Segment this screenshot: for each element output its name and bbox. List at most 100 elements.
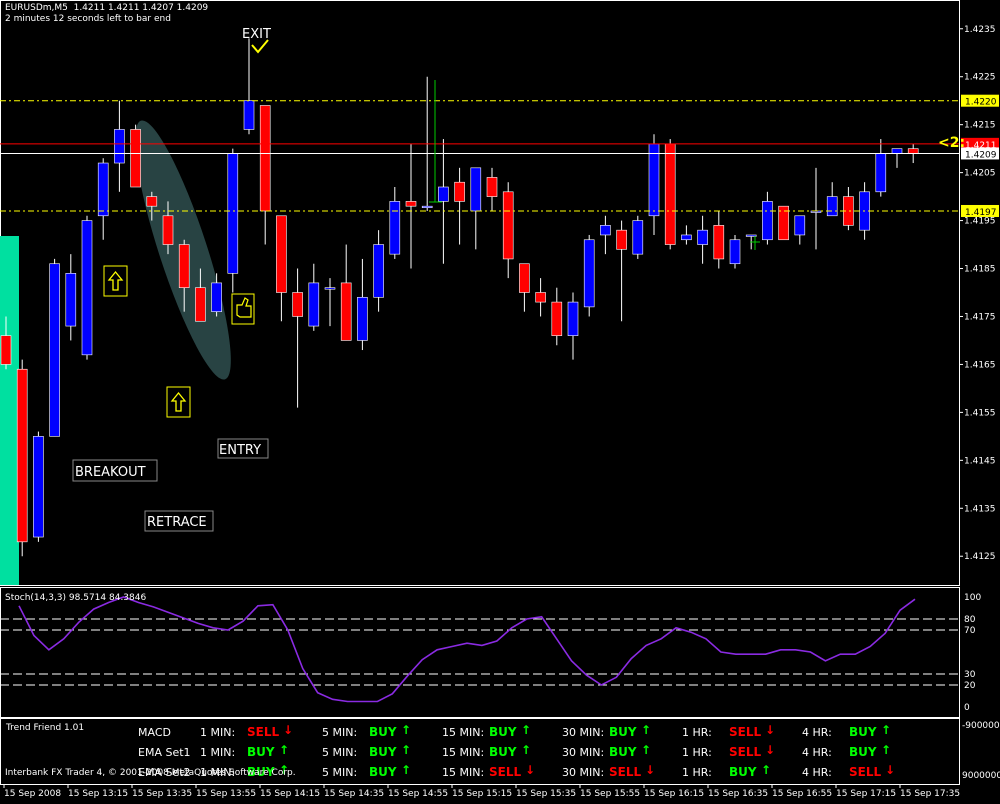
candle-body [65,273,77,327]
trend-signal: SELL [609,765,642,779]
stoch-tick-label: 70 [964,626,976,636]
candle-body [729,239,741,265]
arrow-down-icon: ↓ [645,763,656,777]
trend-timeframe-label: 1 HR: [682,726,712,739]
price-tick-label: 1.4145 [964,456,996,466]
chart-window: 1.4235 1.4225 1.4215 1.4205 1.4195 1.4185 1.41… [0,0,1000,800]
arrow-up-icon: ↑ [401,723,412,737]
time-tick-label: 15 Sep 2008 [4,789,61,799]
trend-timeframe-label: 5 MIN: [322,726,358,739]
candle-body [146,196,158,207]
time-tick-label: 15 Sep 15:15 [452,789,512,799]
candle-body [97,162,109,217]
candle-body [178,244,190,289]
time-tick-label: 15 Sep 13:15 [68,789,128,799]
bar-timer: 2 minutes 12 seconds left to bar end [5,14,171,24]
trend-signal: BUY [849,745,877,759]
arrow-up-icon: ↑ [521,723,532,737]
trend-signal: BUY [609,725,637,739]
price-level-tag-label: 1.4220 [965,98,997,108]
footer-copyright: Interbank FX Trader 4, © 2001-2008 MetaQ… [5,768,296,778]
candle-body [195,287,206,322]
up-arrow-box [103,265,128,297]
candle-body [907,148,919,154]
trend-timeframe-label: 5 MIN: [322,746,358,759]
arrow-down-icon: ↓ [765,723,776,737]
time-tick-label: 15 Sep 14:35 [324,789,384,799]
trend-signal: SELL [729,745,762,759]
arrow-down-icon: ↓ [765,743,776,757]
candle-body [697,229,708,245]
price-panel-border [0,0,960,586]
time-tick-label: 15 Sep 14:55 [388,789,448,799]
trend-timeframe-label: 15 MIN: [442,726,485,739]
trend-signal: BUY [369,745,397,759]
candle-body [600,225,611,236]
trend-timeframe-label: 15 MIN: [442,766,485,779]
breakout-label: BREAKOUT [75,465,146,480]
candle-body [826,196,838,217]
stoch-panel-border [0,587,960,718]
trend-signal: BUY [609,745,637,759]
arrow-down-icon: ↓ [283,723,294,737]
trend-signal: SELL [489,765,522,779]
candle-body [114,129,125,164]
trend-timeframe-label: 15 MIN: [442,746,485,759]
time-tick-label: 15 Sep 16:55 [772,789,832,799]
price-tick-label: 1.4225 [964,73,996,83]
time-tick-label: 15 Sep 13:55 [196,789,256,799]
chart-canvas: 1.4235 1.4225 1.4215 1.4205 1.4195 1.4185 1.41… [0,0,1000,799]
trend-axis-bottom: 9000000 [962,771,1000,781]
arrow-up-icon: ↑ [641,743,652,757]
trend-signal: SELL [849,765,882,779]
candle-body [259,105,271,212]
candle-body [227,153,239,274]
trend-timeframe-label: 1 HR: [682,746,712,759]
trend-timeframe-label: 4 HR: [802,746,832,759]
trend-timeframe-label: 4 HR: [802,766,832,779]
trend-axis-top: -9000000 [962,721,1000,731]
arrow-up-icon: ↑ [641,723,652,737]
candle-body [632,220,644,255]
price-tick-label: 1.4195 [964,217,996,227]
price-tick-label: 1.4125 [964,552,996,562]
arrow-up-icon: ↑ [761,763,772,777]
trend-row-name: MACD [138,726,171,739]
trend-signal: BUY [849,725,877,739]
trend-timeframe-label: 30 MIN: [562,726,605,739]
candle-body [891,148,903,154]
trend-row-name: EMA Set1 [138,746,191,759]
trend-timeframe-label: 4 HR: [802,726,832,739]
time-tick-label: 15 Sep 17:35 [900,789,960,799]
arrow-up-icon: ↑ [881,743,892,757]
candle-body [616,229,627,250]
candle-body [276,215,287,293]
candle-body [324,287,336,290]
trend-signal: BUY [369,765,397,779]
stoch-title: Stoch(14,3,3) 98.5714 84.3846 [5,593,146,603]
candle-body [405,201,417,207]
stoch-tick-label: 30 [964,670,976,680]
level-marker: <2: [938,135,965,151]
candle-body [502,191,514,260]
candle-body [486,177,498,197]
price-tick-label: 1.4215 [964,121,996,131]
candle-body [340,282,352,341]
arrow-down-icon: ↓ [525,763,536,777]
price-tick-label: 1.4175 [964,312,996,322]
candle-body [794,215,806,236]
candle-body [292,292,303,317]
candle-body [162,215,174,245]
candle-body [875,153,887,193]
time-tick-label: 15 Sep 16:15 [644,789,704,799]
trend-friend-title: Trend Friend 1.01 [6,723,85,733]
retrace-label: RETRACE [147,515,207,530]
candle-body [519,263,530,293]
trend-signal: SELL [729,725,762,739]
candle-body [357,296,368,341]
time-tick-label: 15 Sep 16:35 [708,789,768,799]
candle-body [535,292,546,303]
candle-body [308,282,320,327]
candle-body [373,244,384,298]
candle-body [81,220,93,356]
